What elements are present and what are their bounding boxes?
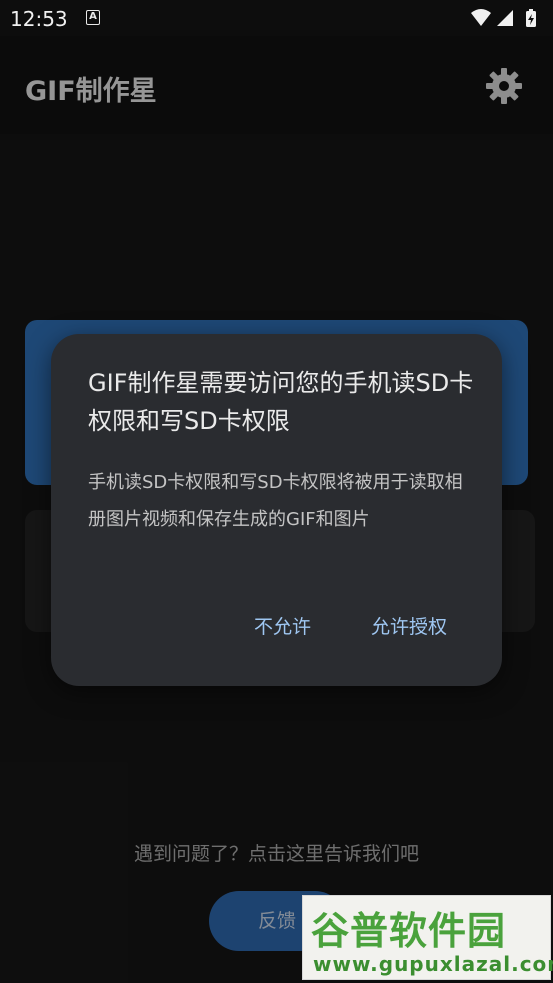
deny-button[interactable]: 不允许 [254, 612, 311, 639]
dialog-actions: 不允许 允许授权 [254, 612, 447, 639]
permission-dialog: GIF制作星需要访问您的手机读SD卡权限和写SD卡权限 手机读SD卡权限和写SD… [51, 334, 502, 686]
status-icons [469, 8, 541, 34]
wifi-icon [471, 9, 491, 26]
battery-icon [526, 9, 536, 27]
watermark-url: www.gupuxlazal.com [313, 952, 553, 976]
watermark: 谷普软件园 www.gupuxlazal.com [302, 895, 553, 980]
allow-button[interactable]: 允许授权 [371, 612, 447, 639]
notification-icon: A [86, 10, 100, 25]
signal-icon [497, 10, 513, 26]
dialog-title: GIF制作星需要访问您的手机读SD卡权限和写SD卡权限 [88, 369, 474, 435]
status-bar: 12:53 A [0, 0, 553, 36]
watermark-logo: 谷普软件园 [311, 909, 507, 953]
dialog-message: 手机读SD卡权限和写SD卡权限将被用于读取相册图片视频和保存生成的GIF和图片 [88, 472, 463, 530]
status-time: 12:53 [10, 7, 68, 31]
